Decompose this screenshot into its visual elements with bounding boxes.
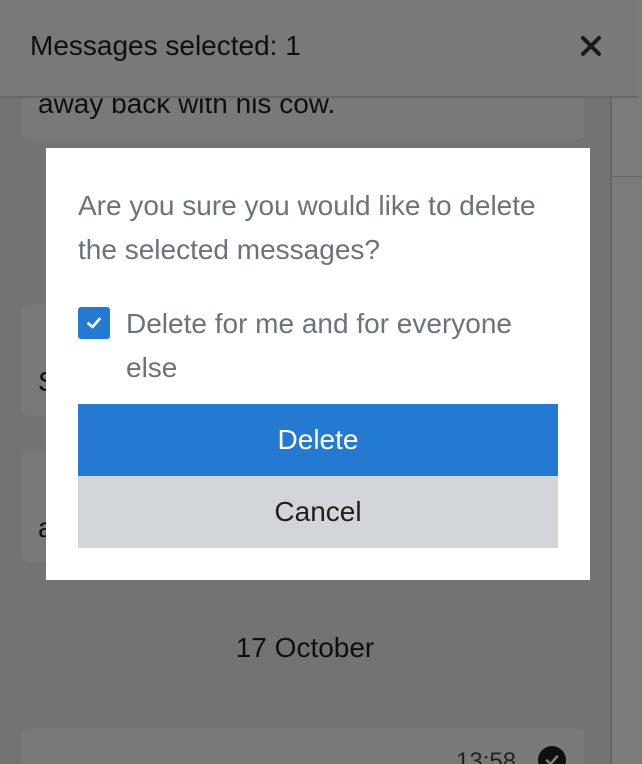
dialog-question: Are you sure you would like to delete th… [78, 190, 536, 265]
delete-button[interactable]: Delete [78, 404, 558, 476]
checkmark-icon [87, 317, 101, 329]
delete-confirmation-dialog: Are you sure you would like to delete th… [46, 148, 590, 580]
delete-for-everyone-label[interactable]: Delete for me and for everyone else [126, 302, 566, 390]
cancel-button[interactable]: Cancel [78, 476, 558, 548]
delete-for-everyone-checkbox[interactable] [78, 307, 110, 339]
messaging-page: away back with his cow. S a 17 October 1… [0, 0, 642, 764]
